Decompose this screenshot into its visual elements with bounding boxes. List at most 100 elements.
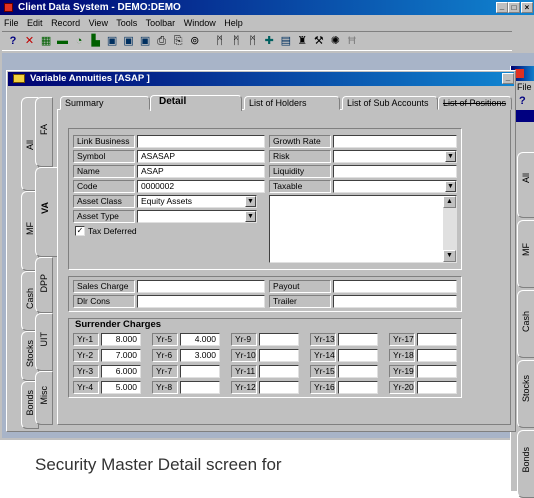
- code-field[interactable]: 0000002: [137, 180, 265, 193]
- surrender-year-field[interactable]: [259, 333, 299, 346]
- menu-window[interactable]: Window: [184, 18, 216, 28]
- side-tab-uit[interactable]: UIT: [35, 313, 53, 371]
- menu-tools[interactable]: Tools: [116, 18, 137, 28]
- side-tab-fa[interactable]: FA: [35, 97, 53, 167]
- calculator-icon[interactable]: ▦: [39, 32, 53, 50]
- menu-file[interactable]: File: [4, 18, 19, 28]
- tab-detail[interactable]: Detail: [150, 95, 242, 111]
- notes-textarea[interactable]: [269, 195, 457, 263]
- background-side-tab-stocks[interactable]: Stocks: [517, 360, 534, 428]
- tab-list-of-sub-accounts[interactable]: List of Sub Accounts: [342, 96, 438, 110]
- tab-list-of-positions[interactable]: List of Positions: [438, 96, 512, 110]
- window-icon: [13, 74, 25, 83]
- tax-deferred-checkbox[interactable]: ✓: [75, 226, 85, 236]
- chevron-down-icon[interactable]: ▼: [245, 196, 256, 207]
- menu-record[interactable]: Record: [51, 18, 80, 28]
- surrender-year-field[interactable]: [417, 381, 457, 394]
- side-tab-dpp[interactable]: DPP: [35, 257, 53, 313]
- delete-icon[interactable]: ✕: [23, 32, 37, 50]
- growth-rate-field[interactable]: [333, 135, 457, 148]
- chevron-down-icon[interactable]: ▼: [445, 151, 456, 162]
- chart-icon[interactable]: ◔: [72, 32, 86, 50]
- minus-icon[interactable]: ▬: [56, 32, 70, 50]
- copy-icon[interactable]: ⎘: [171, 32, 185, 50]
- surrender-year-field[interactable]: 8.000: [101, 333, 141, 346]
- binoculars-icon[interactable]: ᛗ: [229, 32, 243, 50]
- tab-summary[interactable]: Summary: [60, 96, 150, 110]
- surrender-year-field[interactable]: [259, 365, 299, 378]
- trash-icon[interactable]: ♜: [295, 32, 309, 50]
- binoculars-icon[interactable]: ᛗ: [213, 32, 227, 50]
- symbol-field[interactable]: ASASAP: [137, 150, 265, 163]
- sales-charge-field[interactable]: [137, 280, 265, 293]
- grid-icon[interactable]: ▣: [105, 32, 119, 50]
- app-title-bar[interactable]: Client Data System - DEMO:DEMO _ □ ×: [0, 0, 534, 15]
- liquidity-field[interactable]: [333, 165, 457, 178]
- dlr-cons-field[interactable]: [137, 295, 265, 308]
- grid-icon[interactable]: ▣: [138, 32, 152, 50]
- save-icon[interactable]: ▤: [279, 32, 293, 50]
- surrender-year-field[interactable]: [417, 333, 457, 346]
- tab-list-of-holders[interactable]: List of Holders: [244, 96, 340, 110]
- surrender-year-field[interactable]: [180, 381, 220, 394]
- background-side-tab-bonds[interactable]: Bonds: [517, 430, 534, 498]
- dlr-cons-label: Dlr Cons: [73, 295, 135, 308]
- asset-type-select[interactable]: ▼: [137, 210, 257, 223]
- side-tab-misc[interactable]: Misc: [35, 371, 53, 425]
- grid-icon[interactable]: ▣: [122, 32, 136, 50]
- menu-bar: File Edit Record View Tools Toolbar Wind…: [4, 17, 249, 29]
- help-icon[interactable]: ?: [6, 32, 20, 50]
- background-window-title-bar-inner: [513, 110, 534, 122]
- settings-icon[interactable]: ⊚: [188, 32, 202, 50]
- taxable-select[interactable]: ▼: [333, 180, 457, 193]
- detail-panel: Summary Detail List of Holders List of S…: [57, 95, 512, 425]
- surrender-year-field[interactable]: 3.000: [180, 349, 220, 362]
- surrender-year-field[interactable]: [180, 365, 220, 378]
- maximize-button[interactable]: □: [508, 2, 520, 13]
- exit-icon[interactable]: Ħ: [345, 32, 359, 50]
- surrender-year-field[interactable]: [417, 365, 457, 378]
- surrender-year-field[interactable]: [338, 349, 378, 362]
- close-button[interactable]: ×: [521, 2, 533, 13]
- tools-icon[interactable]: ⚒: [312, 32, 326, 50]
- surrender-year-field[interactable]: [259, 381, 299, 394]
- surrender-year-field[interactable]: [338, 365, 378, 378]
- surrender-year-field[interactable]: [417, 349, 457, 362]
- help-icon[interactable]: ?: [519, 95, 526, 107]
- menu-edit[interactable]: Edit: [27, 18, 43, 28]
- building-icon[interactable]: ▙: [89, 32, 103, 50]
- background-side-tab-cash[interactable]: Cash: [517, 290, 534, 358]
- menu-toolbar[interactable]: Toolbar: [146, 18, 176, 28]
- surrender-year-field[interactable]: 4.000: [180, 333, 220, 346]
- surrender-year-field[interactable]: [338, 381, 378, 394]
- chevron-down-icon[interactable]: ▼: [245, 211, 256, 222]
- child-title-bar[interactable]: Variable Annuities [ASAP ] _: [8, 72, 514, 86]
- menu-view[interactable]: View: [89, 18, 108, 28]
- surrender-year-field[interactable]: 7.000: [101, 349, 141, 362]
- notes-scrollbar[interactable]: ▲ ▼: [443, 196, 456, 262]
- gear-icon[interactable]: ✺: [328, 32, 342, 50]
- link-business-field[interactable]: [137, 135, 265, 148]
- chevron-down-icon[interactable]: ▼: [445, 181, 456, 192]
- plus-icon[interactable]: ✚: [262, 32, 276, 50]
- payout-field[interactable]: [333, 280, 457, 293]
- minimize-button[interactable]: _: [502, 73, 514, 84]
- surrender-year-field[interactable]: 5.000: [101, 381, 141, 394]
- risk-select[interactable]: ▼: [333, 150, 457, 163]
- background-side-tab-all[interactable]: All: [517, 152, 534, 218]
- menu-help[interactable]: Help: [224, 18, 243, 28]
- binoculars-icon[interactable]: ᛗ: [246, 32, 260, 50]
- background-window-menu-file[interactable]: File: [517, 82, 532, 92]
- background-side-tab-mf[interactable]: MF: [517, 220, 534, 288]
- scroll-up-button[interactable]: ▲: [443, 196, 456, 208]
- name-field[interactable]: ASAP: [137, 165, 265, 178]
- scroll-down-button[interactable]: ▼: [443, 250, 456, 262]
- surrender-year-field[interactable]: 6.000: [101, 365, 141, 378]
- surrender-year-field[interactable]: [259, 349, 299, 362]
- side-tab-va[interactable]: VA: [35, 167, 57, 257]
- trailer-field[interactable]: [333, 295, 457, 308]
- minimize-button[interactable]: _: [496, 2, 508, 13]
- surrender-year-field[interactable]: [338, 333, 378, 346]
- folder-icon[interactable]: ⎙: [155, 32, 169, 50]
- asset-class-select[interactable]: Equity Assets ▼: [137, 195, 257, 208]
